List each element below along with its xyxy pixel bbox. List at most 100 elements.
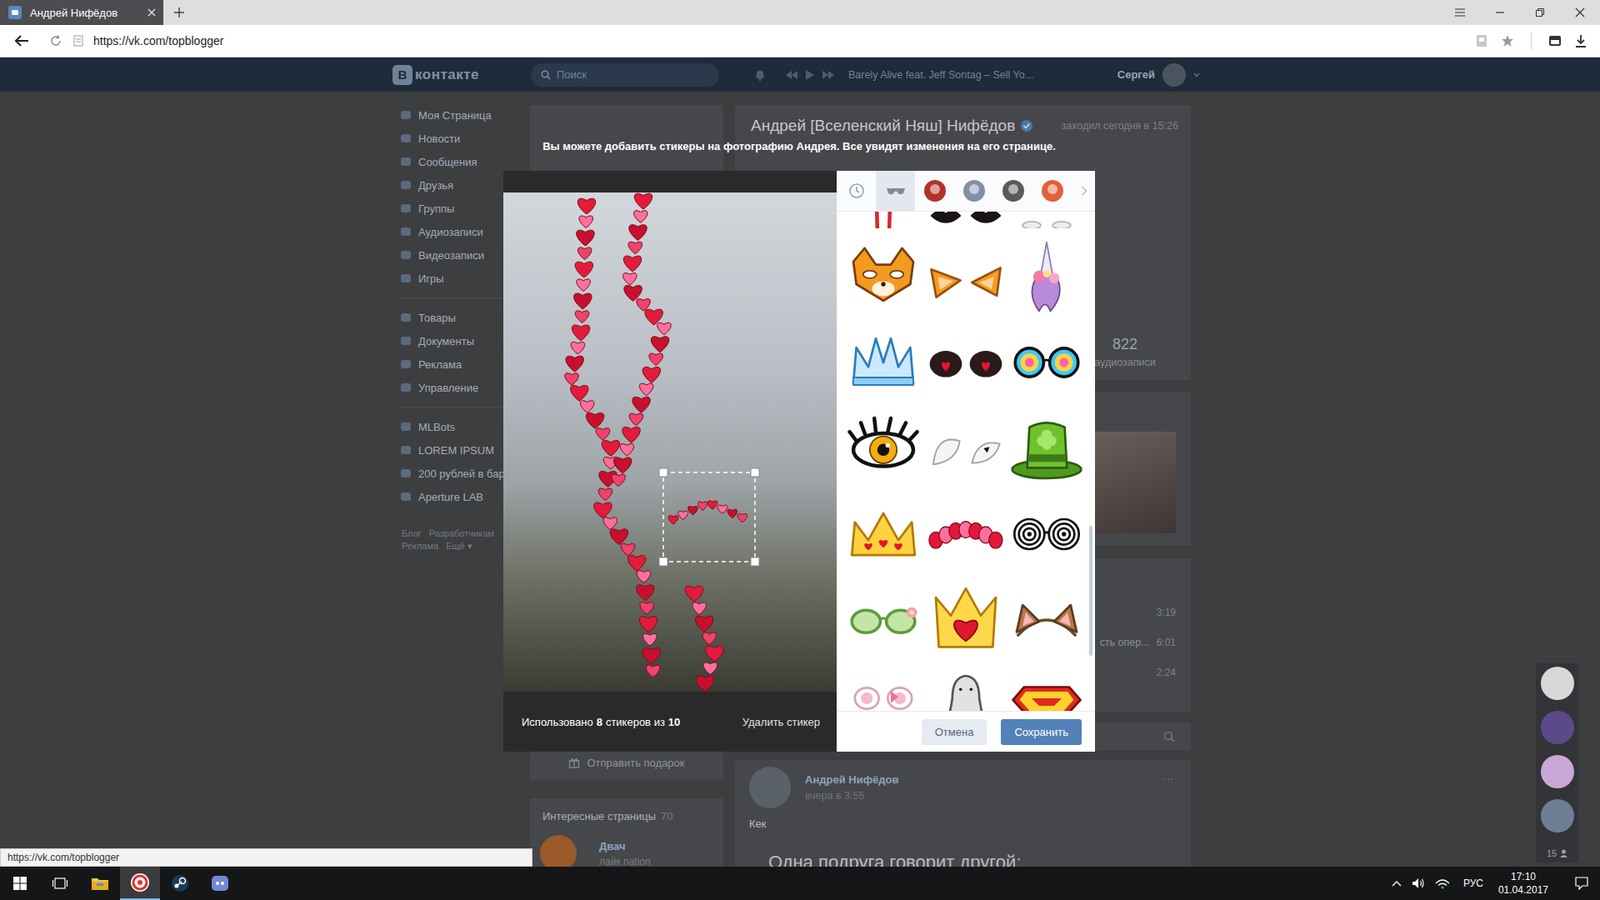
chat-avatar[interactable] [1540, 710, 1575, 745]
task-view-button[interactable] [40, 866, 80, 900]
sticker[interactable] [845, 582, 921, 658]
selected-sticker[interactable] [659, 468, 760, 566]
vk-logo[interactable]: Вконтакте [392, 65, 531, 85]
sticker[interactable] [845, 668, 921, 712]
heart-sticker[interactable] [565, 193, 724, 692]
sidebar-item[interactable]: Сообщения [400, 150, 525, 174]
footer-link[interactable]: Блог [401, 528, 422, 539]
scrollbar-thumb[interactable] [1089, 525, 1093, 656]
sticker-pack-tab[interactable] [993, 170, 1033, 211]
user-menu[interactable]: Сергей [1117, 63, 1200, 87]
sticker-pack-tab[interactable] [915, 170, 955, 211]
download-icon[interactable] [1575, 34, 1587, 48]
bell-icon[interactable] [753, 68, 767, 82]
chat-avatar[interactable] [1540, 755, 1575, 789]
scrollbar[interactable] [1089, 211, 1093, 711]
sticker[interactable] [1009, 239, 1085, 315]
next-icon[interactable] [821, 70, 835, 80]
chat-avatar[interactable] [1540, 666, 1575, 700]
footer-link[interactable]: Разработчикам [429, 528, 495, 539]
save-button[interactable]: Сохранить [1000, 719, 1082, 745]
track-title[interactable]: Barely Alive feat. Jeff Sontag – Sell Yo… [848, 69, 1034, 81]
tabs-icon[interactable] [1548, 35, 1562, 47]
sticker[interactable] [1009, 496, 1085, 572]
volume-icon[interactable] [1411, 877, 1425, 890]
sticker[interactable] [845, 325, 921, 400]
search-field[interactable]: Поиск [530, 63, 720, 87]
previous-icon[interactable] [785, 70, 799, 80]
notifications-button[interactable] [1563, 876, 1600, 890]
sticker[interactable] [927, 411, 965, 485]
cancel-button[interactable]: Отмена [921, 719, 988, 745]
section-title[interactable]: Интересные страницы70 [540, 810, 714, 824]
minimize-button[interactable] [1480, 0, 1520, 25]
sticker[interactable] [845, 410, 921, 486]
taskbar-app[interactable] [160, 866, 200, 900]
sticker-pack-tab[interactable] [1032, 170, 1072, 211]
delete-sticker-button[interactable]: Удалить стикер [742, 715, 820, 729]
sticker[interactable] [1009, 325, 1085, 400]
sticker[interactable] [928, 668, 1004, 712]
chat-avatar[interactable] [1540, 799, 1575, 833]
url-field[interactable]: https://vk.com/topblogger [93, 34, 1470, 48]
network-icon[interactable] [1435, 877, 1450, 890]
sidebar-item[interactable]: Моя Страница [400, 103, 525, 127]
footer-link[interactable]: Реклама [401, 540, 439, 552]
menu-button[interactable] [1440, 0, 1480, 25]
browser-tab[interactable]: Андрей Нифёдов [0, 0, 164, 25]
reader-icon[interactable] [1475, 34, 1488, 48]
minimize-icon [1495, 7, 1505, 18]
reload-button[interactable] [43, 35, 69, 47]
sticker[interactable] [845, 239, 921, 315]
sticker[interactable] [1009, 211, 1085, 229]
send-gift-button[interactable]: Отправить подарок [542, 750, 711, 775]
taskbar-app[interactable] [120, 866, 160, 900]
sticker[interactable] [927, 325, 965, 400]
show-hidden-icons-icon[interactable] [1391, 880, 1402, 887]
sticker[interactable] [927, 211, 965, 228]
sticker[interactable] [967, 325, 1005, 400]
post-time[interactable]: вчера в 3:55 [805, 790, 1163, 802]
start-button[interactable] [0, 866, 40, 900]
taskbar-app[interactable] [200, 866, 240, 900]
sticker-pack-tab[interactable] [954, 170, 994, 211]
sticker[interactable] [928, 582, 1004, 658]
sticker[interactable] [1009, 582, 1085, 658]
page-icon[interactable] [73, 35, 84, 47]
post-author[interactable]: Андрей Нифёдов [805, 773, 1163, 786]
sticker[interactable] [1009, 410, 1085, 486]
close-button[interactable] [1560, 0, 1600, 25]
sticker[interactable] [1009, 668, 1085, 712]
page-row[interactable]: Двачлайк nation [540, 835, 714, 867]
online-count[interactable]: 15 [1546, 848, 1568, 859]
author-avatar[interactable] [749, 766, 791, 809]
sticker[interactable] [845, 496, 921, 572]
play-icon[interactable] [805, 69, 815, 81]
new-tab-icon[interactable] [173, 6, 185, 19]
search-icon[interactable] [1163, 730, 1175, 743]
sticker[interactable] [967, 411, 1005, 485]
next-packs-button[interactable] [1073, 170, 1095, 211]
post-menu[interactable]: ··· [1162, 771, 1175, 785]
clock[interactable]: 17:1001.04.2017 [1493, 870, 1554, 897]
audio-counter[interactable]: 822аудиозаписи [1085, 335, 1165, 369]
restore-button[interactable] [1520, 0, 1560, 25]
discord-icon [210, 874, 230, 893]
sticker[interactable] [928, 496, 1004, 572]
sticker[interactable] [967, 211, 1005, 228]
taskbar-app[interactable] [80, 866, 120, 900]
star-icon[interactable] [1500, 34, 1515, 48]
sticker-pack-tab[interactable] [836, 170, 876, 211]
sticker[interactable] [927, 240, 965, 314]
sticker-pack-tab[interactable] [875, 170, 915, 211]
close-tab-icon[interactable] [146, 7, 157, 18]
sticker[interactable] [967, 240, 1005, 314]
sticker-layer[interactable] [503, 192, 837, 692]
page-name[interactable]: Двач [599, 840, 651, 853]
input-language[interactable]: РУС [1463, 877, 1484, 890]
photo-thumbnail[interactable] [1091, 431, 1176, 534]
footer-link[interactable]: Ещё ▾ [445, 540, 473, 552]
sticker[interactable] [845, 211, 921, 229]
sidebar-item[interactable]: Новости [400, 126, 525, 150]
back-button[interactable] [0, 34, 44, 48]
